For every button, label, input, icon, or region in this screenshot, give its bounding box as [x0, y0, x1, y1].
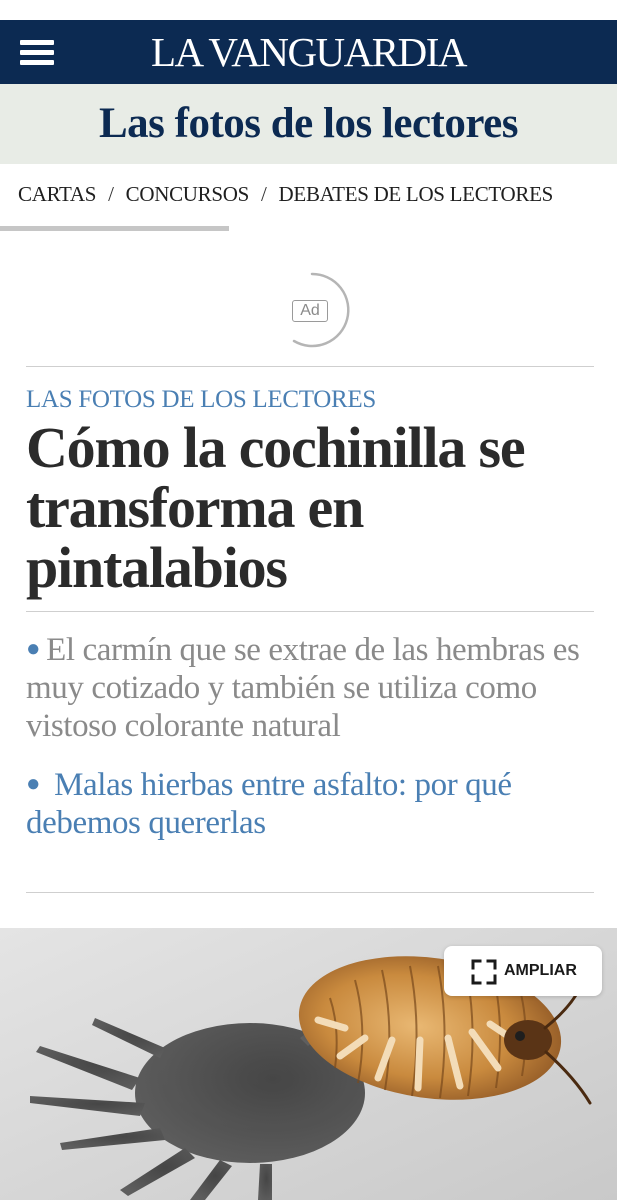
subnav-separator: / [261, 182, 267, 206]
subnav-separator: / [108, 182, 114, 206]
article-headline: Cómo la cochinilla se transforma en pint… [26, 415, 526, 600]
article-kicker[interactable]: LAS FOTOS DE LOS LECTORES [26, 384, 606, 416]
expand-corners-icon [471, 959, 497, 985]
ad-badge: Ad [292, 300, 328, 322]
bullet-icon: ● [26, 770, 41, 797]
summary-item: ● El carmín que se extrae de las hembras … [26, 630, 600, 745]
status-bar [0, 0, 617, 20]
subnav-item-cartas[interactable]: CARTAS [18, 182, 96, 206]
site-logo[interactable]: LA VANGUARDIA [0, 28, 617, 76]
related-link[interactable]: ● Malas hierbas entre asfalto: por qué de… [26, 765, 600, 842]
ad-placeholder: Ad [272, 270, 352, 350]
section-title[interactable]: Las fotos de los lectores [0, 84, 617, 164]
divider [26, 366, 594, 367]
related-link-text[interactable]: Malas hierbas entre asfalto: por qué deb… [26, 767, 512, 841]
subnav-item-debates[interactable]: DEBATES DE LOS LECTORES [279, 182, 554, 206]
divider [26, 892, 594, 893]
divider [26, 611, 594, 612]
masthead: LA VANGUARDIA [0, 20, 617, 84]
zoom-button-label: AMPLIAR [504, 962, 577, 979]
section-subnav: CARTAS / CONCURSOS / DEBATES DE LOS LECTORES [18, 182, 617, 216]
zoom-button[interactable]: AMPLIAR [444, 946, 602, 996]
subnav-scroll-indicator [0, 226, 229, 231]
section-banner: Las fotos de los lectores [0, 84, 617, 164]
subnav-item-concursos[interactable]: CONCURSOS [126, 182, 250, 206]
bullet-icon: ● [26, 635, 41, 662]
summary-text: El carmín que se extrae de las hembras e… [26, 632, 580, 744]
article-summary: ● El carmín que se extrae de las hembras … [26, 630, 600, 842]
